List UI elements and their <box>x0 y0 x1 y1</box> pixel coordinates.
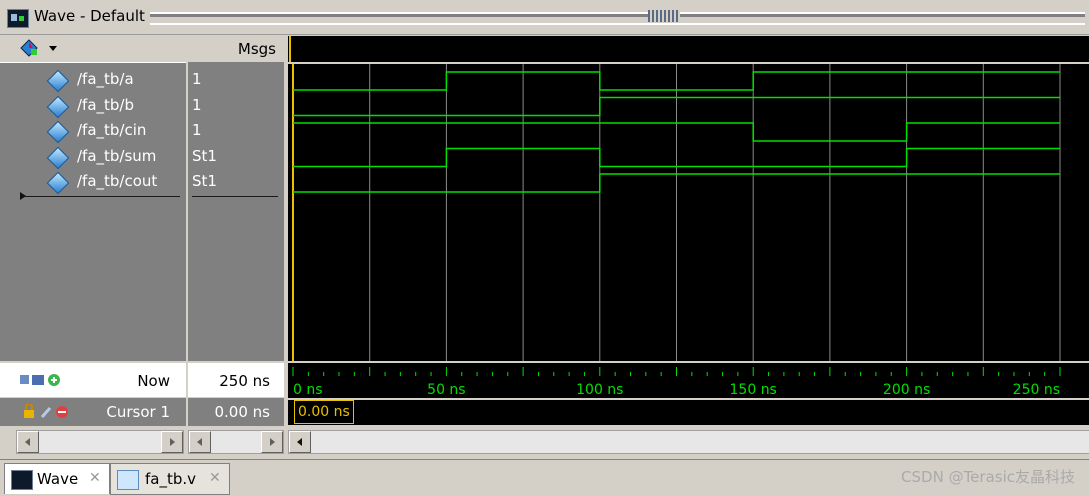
value-list-separator <box>192 196 278 197</box>
waveform-scrollbar[interactable] <box>288 430 1089 454</box>
wave-window-icon <box>7 9 29 28</box>
now-value-cell: 250 ns <box>188 363 284 397</box>
signal-value: 1 <box>192 121 202 139</box>
signal-name: /fa_tb/b <box>77 95 135 114</box>
now-label: Now <box>137 372 170 390</box>
signal-value: 1 <box>192 70 202 88</box>
scroll-left-button[interactable] <box>289 431 311 453</box>
signal-name: /fa_tb/a <box>77 70 134 88</box>
signal-diamond-icon <box>46 120 70 144</box>
ruler-tick-label: 0 ns <box>293 382 323 398</box>
signal-diamond-icon <box>46 69 70 93</box>
time-ruler[interactable]: 0 ns 50 ns 100 ns 150 ns 200 ns 250 ns 0.00 n… <box>288 363 1089 425</box>
signal-diamond-icon <box>46 171 70 195</box>
cursor-readout-text: 0.00 ns <box>298 404 350 420</box>
signal-row[interactable]: /fa_tb/cout <box>0 170 186 195</box>
zoom-icons[interactable] <box>18 373 72 387</box>
waveform-pane[interactable] <box>288 36 1089 361</box>
scroll-right-button[interactable] <box>161 431 183 453</box>
titlebar-grip-dots <box>648 10 680 22</box>
titlebar-drag-grip[interactable] <box>150 12 1085 25</box>
ruler-tick-label: 100 ns <box>576 382 623 398</box>
signal-diamond-icon <box>46 95 70 118</box>
cursor-tools-icons[interactable] <box>22 403 78 420</box>
waveform-header-strip <box>288 36 1089 64</box>
signal-value: St1 <box>192 172 217 190</box>
signal-name: /fa_tb/cin <box>77 121 147 139</box>
window-title: Wave - Default <box>34 7 145 25</box>
ruler-tick-label: 200 ns <box>883 382 930 398</box>
time-ruler-divider <box>288 398 1089 400</box>
watermark: CSDN @Terasic友晶科技 <box>901 468 1075 486</box>
scroll-left-button[interactable] <box>189 431 211 453</box>
signal-name-scrollbar[interactable] <box>16 430 184 454</box>
cursor-top-marker <box>289 36 291 62</box>
ruler-tick-label: 250 ns <box>1013 382 1060 398</box>
wave-tab-icon <box>11 470 33 490</box>
ruler-tick-label: 150 ns <box>730 382 777 398</box>
cursor-value: 0.00 ns <box>214 403 271 421</box>
chevron-down-icon[interactable] <box>49 46 57 51</box>
signal-value: 1 <box>192 95 202 114</box>
signal-row[interactable]: /fa_tb/a <box>0 68 186 93</box>
insertion-marker-icon <box>20 192 26 200</box>
cursor-row-label-cell: Cursor 1 <box>0 398 186 426</box>
cursor-label: Cursor 1 <box>106 403 170 421</box>
msgs-header: Msgs <box>188 36 284 62</box>
tab-fa-tb-v-label: fa_tb.v <box>145 470 197 488</box>
time-ruler-ticks: 0 ns 50 ns 100 ns 150 ns 200 ns 250 ns <box>292 367 1061 398</box>
signal-list-separator <box>22 196 180 197</box>
signal-row[interactable]: /fa_tb/b <box>0 94 186 119</box>
signal-row[interactable]: /fa_tb/cin <box>0 119 186 144</box>
tab-fa-tb-v[interactable]: fa_tb.v ✕ <box>110 463 230 495</box>
now-row-label-cell: Now <box>0 363 186 397</box>
add-signal-icon[interactable] <box>20 39 38 57</box>
signal-value: St1 <box>192 146 217 165</box>
signal-name-panel: /fa_tb/a/fa_tb/b/fa_tb/cin/fa_tb/sum/fa_… <box>0 36 186 361</box>
signal-panel-header <box>0 36 186 63</box>
tab-wave[interactable]: Wave ✕ <box>4 463 110 494</box>
scroll-left-button[interactable] <box>17 431 39 453</box>
signal-row[interactable]: /fa_tb/sum <box>0 145 186 170</box>
scroll-right-button[interactable] <box>261 431 283 453</box>
waveform-canvas[interactable] <box>288 64 1089 361</box>
now-value: 250 ns <box>219 372 270 390</box>
cursor-value-cell: 0.00 ns <box>188 398 284 426</box>
tab-wave-label: Wave <box>37 470 79 488</box>
signal-value-scrollbar[interactable] <box>188 430 284 454</box>
file-tab-icon <box>117 470 139 490</box>
msgs-header-label: Msgs <box>237 40 276 58</box>
close-icon[interactable]: ✕ <box>89 470 101 486</box>
signal-name: /fa_tb/cout <box>77 172 158 190</box>
window-titlebar[interactable]: Wave - Default <box>0 0 1089 35</box>
signal-name: /fa_tb/sum <box>77 146 157 165</box>
signal-value-panel: Msgs 1 1 1 St1 St1 <box>188 36 284 361</box>
signal-diamond-icon <box>46 146 70 169</box>
ruler-tick-label: 50 ns <box>427 382 465 398</box>
close-icon[interactable]: ✕ <box>209 470 221 486</box>
cursor-readout-box[interactable]: 0.00 ns <box>294 400 354 424</box>
